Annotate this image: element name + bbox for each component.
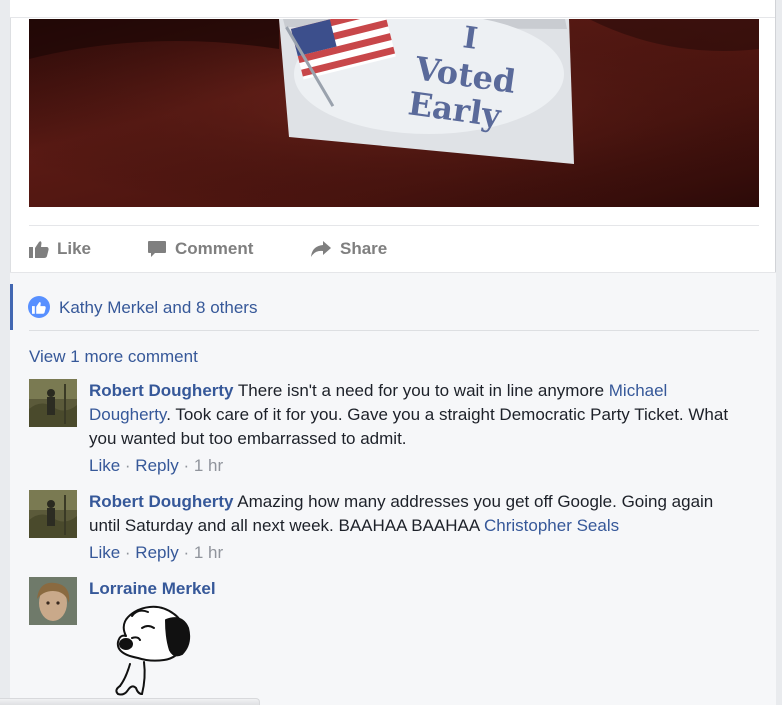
share-label: Share [340,239,388,258]
like-label: Like [57,239,92,258]
comment-time[interactable]: 1 hr [194,456,223,475]
comment-meta: Like · Reply · 1 hr [89,456,224,475]
like-reaction-icon [28,296,50,318]
view-more-comments-link[interactable]: View 1 more comment [29,347,198,367]
post-header-edge [10,0,776,18]
comment-meta: Like · Reply · 1 hr [89,543,224,562]
comment-like-link[interactable]: Like [89,456,120,475]
share-button[interactable]: Share [310,237,387,261]
comment-text-continued: . Took care of it for you. Gave you a st… [89,405,729,448]
comment-body: Robert Dougherty There isn't a need for … [89,379,729,478]
snoopy-icon [115,605,191,696]
comment-mention[interactable]: Christopher Seals [484,516,619,535]
comment-author[interactable]: Lorraine Merkel [89,579,216,598]
comment-author[interactable]: Robert Dougherty [89,381,234,400]
likes-summary-text[interactable]: Kathy Merkel and 8 others [59,298,257,318]
comment-button[interactable]: Comment [147,237,253,261]
chat-bar-edge [0,698,260,705]
post-action-bar: Like Comment Share [29,225,759,272]
comment-text: There isn't a need for you to wait in li… [233,381,609,400]
comment-time[interactable]: 1 hr [194,543,223,562]
page-background-right [778,0,782,705]
comment-body: Robert Dougherty Amazing how many addres… [89,490,729,565]
post-photo[interactable]: I Voted Early [29,19,759,207]
voted-early-photo: I Voted Early [29,19,759,207]
avatar[interactable] [29,379,77,427]
share-arrow-icon [311,241,331,257]
like-button[interactable]: Like [29,237,91,261]
snoopy-sticker[interactable] [108,598,194,698]
comment-bubble-icon [148,241,166,257]
divider [29,330,759,331]
avatar[interactable] [29,577,77,625]
avatar[interactable] [29,490,77,538]
comment-label: Comment [175,239,254,258]
comment-reply-link[interactable]: Reply [135,456,178,475]
comment-reply-link[interactable]: Reply [135,543,178,562]
comment-like-link[interactable]: Like [89,543,120,562]
likes-accent-bar [10,284,13,330]
likes-summary-row[interactable]: Kathy Merkel and 8 others [10,284,776,330]
comments-section: Kathy Merkel and 8 others View 1 more co… [10,272,776,705]
comment-author[interactable]: Robert Dougherty [89,492,234,511]
thumbs-up-icon [29,241,49,258]
